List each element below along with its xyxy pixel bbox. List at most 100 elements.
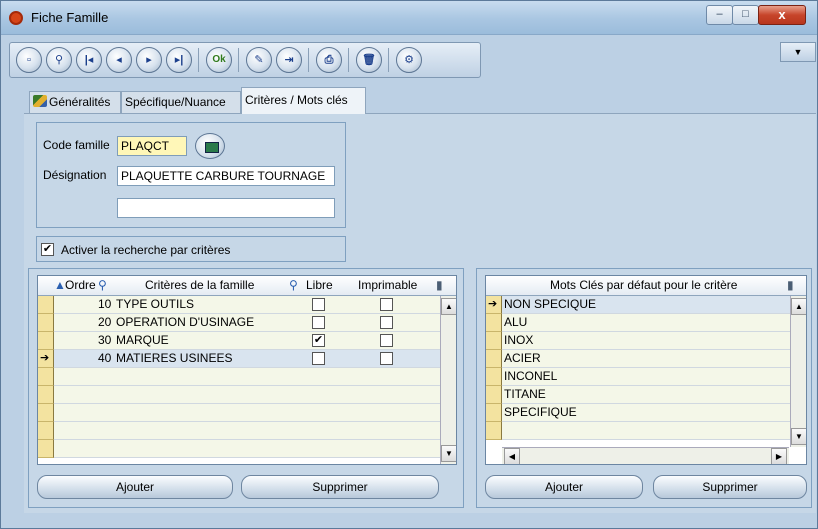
cell-criteria: MATIERES USINEES [116, 351, 233, 365]
header-free[interactable]: Libre [306, 278, 333, 292]
row-selector[interactable] [38, 296, 54, 314]
table-row[interactable]: 30 MARQUE ✔ [54, 332, 440, 350]
header-order[interactable]: Ordre [65, 278, 96, 292]
cell-keyword: NON SPECIQUE [504, 297, 597, 311]
ok-button[interactable]: Ok [206, 47, 232, 73]
criteria-section: ▲ Ordre ⚲ Critères de la famille ⚲ Libre… [28, 268, 464, 508]
designation-extra-field[interactable] [117, 198, 335, 218]
header-keywords[interactable]: Mots Clés par défaut pour le critère [550, 278, 737, 292]
printable-checkbox[interactable] [380, 298, 393, 311]
delete-button[interactable]: 🗑 [356, 47, 382, 73]
next-icon: ▸ [146, 54, 152, 66]
previous-record-button[interactable]: ◂ [106, 47, 132, 73]
row-selector[interactable] [486, 422, 502, 440]
scroll-down-icon[interactable]: ▼ [441, 445, 456, 462]
table-row[interactable] [54, 440, 440, 458]
maximize-button[interactable]: □ [732, 5, 759, 25]
free-checkbox[interactable]: ✔ [312, 334, 325, 347]
search-icon[interactable]: ⚲ [98, 278, 107, 292]
row-selector[interactable] [38, 368, 54, 386]
row-selector[interactable] [486, 368, 502, 386]
next-record-button[interactable]: ▸ [136, 47, 162, 73]
tab-specifique-nuance[interactable]: Spécifique/Nuance [121, 91, 241, 113]
table-row[interactable]: INCONEL [502, 368, 790, 386]
printable-checkbox[interactable] [380, 316, 393, 329]
new-button[interactable]: ▫ [16, 47, 42, 73]
row-selector[interactable] [38, 314, 54, 332]
cell-keyword: INOX [504, 333, 534, 347]
title-bar[interactable]: Fiche Famille – □ x [1, 1, 817, 35]
free-checkbox[interactable] [312, 352, 325, 365]
exit-button[interactable]: ⇥ [276, 47, 302, 73]
header-printable[interactable]: Imprimable [358, 278, 417, 292]
search-criteria-checkbox[interactable]: ✔ [41, 243, 54, 256]
row-selector[interactable] [38, 440, 54, 458]
scroll-up-icon[interactable]: ▲ [441, 298, 456, 315]
criteria-grid[interactable]: ▲ Ordre ⚲ Critères de la famille ⚲ Libre… [37, 275, 457, 465]
printable-checkbox[interactable] [380, 334, 393, 347]
minimize-button[interactable]: – [706, 5, 733, 25]
print-button[interactable]: ⎙ [316, 47, 342, 73]
table-row[interactable]: 20 OPERATION D'USINAGE [54, 314, 440, 332]
row-selector[interactable] [38, 422, 54, 440]
close-button[interactable]: x [758, 5, 806, 25]
table-row[interactable] [54, 422, 440, 440]
table-row[interactable]: ALU [502, 314, 790, 332]
table-row[interactable] [54, 368, 440, 386]
row-selector[interactable] [38, 386, 54, 404]
scroll-down-icon[interactable]: ▼ [791, 428, 806, 445]
table-row[interactable] [54, 404, 440, 422]
toolbar-menu-button[interactable]: ▼ [780, 42, 816, 62]
header-criteria[interactable]: Critères de la famille [145, 278, 254, 292]
cell-keyword: ALU [504, 315, 528, 329]
designation-field[interactable]: PLAQUETTE CARBURE TOURNAGE [117, 166, 335, 186]
settings-button[interactable]: ⚙ [396, 47, 422, 73]
code-famille-field[interactable]: PLAQCT [117, 136, 187, 156]
lookup-button[interactable] [195, 133, 225, 159]
row-selector[interactable]: ➔ [486, 296, 502, 314]
table-row[interactable] [502, 422, 790, 440]
column-settings-icon[interactable]: ▮ [436, 278, 443, 292]
keywords-horizontal-scrollbar[interactable]: ◀ ▶ [502, 447, 789, 464]
table-row-selected[interactable]: 40 MATIERES USINEES [54, 350, 440, 368]
search-icon[interactable]: ⚲ [289, 278, 298, 292]
delete-criteria-button[interactable]: Supprimer [241, 475, 439, 499]
free-checkbox[interactable] [312, 316, 325, 329]
first-record-button[interactable]: |◂ [76, 47, 102, 73]
row-selector[interactable] [38, 404, 54, 422]
table-row[interactable]: INOX [502, 332, 790, 350]
scroll-up-icon[interactable]: ▲ [791, 298, 806, 315]
keywords-vertical-scrollbar[interactable]: ▲ ▼ [790, 296, 806, 447]
table-row[interactable]: ACIER [502, 350, 790, 368]
table-row[interactable] [54, 386, 440, 404]
row-selector[interactable] [486, 314, 502, 332]
keywords-grid[interactable]: Mots Clés par défaut pour le critère ▮ ➔… [485, 275, 807, 465]
table-row[interactable]: 10 TYPE OUTILS [54, 296, 440, 314]
toolbar-separator [238, 48, 239, 72]
add-criteria-button[interactable]: Ajouter [37, 475, 233, 499]
row-selector[interactable]: ➔ [38, 350, 54, 368]
search-button[interactable]: ⚲ [46, 47, 72, 73]
column-settings-icon[interactable]: ▮ [787, 278, 794, 292]
table-row-selected[interactable]: NON SPECIQUE [502, 296, 790, 314]
tab-criteres-mots-cles[interactable]: Critères / Mots clés [241, 87, 366, 114]
last-record-button[interactable]: ▸| [166, 47, 192, 73]
row-selector[interactable] [486, 404, 502, 422]
toolbar-separator [308, 48, 309, 72]
table-row[interactable]: TITANE [502, 386, 790, 404]
criteria-vertical-scrollbar[interactable]: ▲ ▼ [440, 296, 456, 464]
scroll-right-icon[interactable]: ▶ [771, 448, 787, 464]
previous-icon: ◂ [116, 54, 122, 66]
row-selector[interactable] [486, 386, 502, 404]
table-row[interactable]: SPECIFIQUE [502, 404, 790, 422]
edit-button[interactable]: ✎ [246, 47, 272, 73]
scroll-left-icon[interactable]: ◀ [504, 448, 520, 464]
delete-keyword-button[interactable]: Supprimer [653, 475, 807, 499]
free-checkbox[interactable] [312, 298, 325, 311]
row-selector[interactable] [38, 332, 54, 350]
add-keyword-button[interactable]: Ajouter [485, 475, 643, 499]
tab-generalites[interactable]: Généralités [29, 91, 121, 113]
row-selector[interactable] [486, 332, 502, 350]
printable-checkbox[interactable] [380, 352, 393, 365]
row-selector[interactable] [486, 350, 502, 368]
